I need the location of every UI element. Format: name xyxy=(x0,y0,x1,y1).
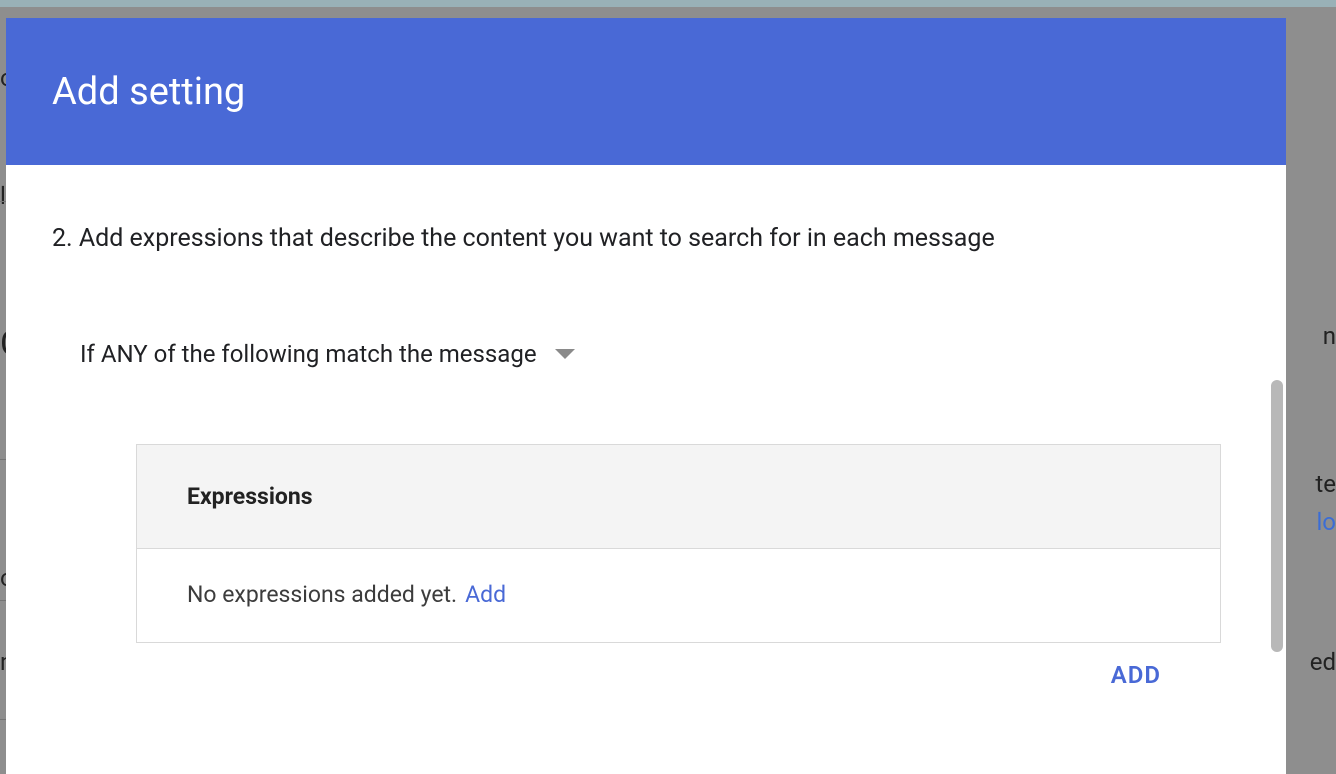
bg-text-fragment: ed xyxy=(1310,648,1336,676)
modal-title: Add setting xyxy=(52,70,245,114)
bg-text-fragment: lo xyxy=(1316,508,1336,536)
bg-text-fragment: te xyxy=(1315,470,1336,498)
add-setting-modal: Add setting 2. Add expressions that desc… xyxy=(6,18,1286,774)
dropdown-selected-label: If ANY of the following match the messag… xyxy=(80,340,537,368)
expressions-panel-header: Expressions xyxy=(137,445,1220,549)
modal-header: Add setting xyxy=(6,18,1286,165)
add-button-row: ADD xyxy=(136,661,1221,689)
expressions-empty-text: No expressions added yet. xyxy=(187,581,457,608)
scrollbar-thumb[interactable] xyxy=(1271,380,1283,652)
bg-text-fragment: n xyxy=(1323,322,1336,350)
step-description: 2. Add expressions that describe the con… xyxy=(52,221,1240,256)
expressions-panel: Expressions No expressions added yet. Ad… xyxy=(136,444,1221,643)
add-expression-link[interactable]: Add xyxy=(465,581,506,608)
expressions-panel-body: No expressions added yet. Add xyxy=(137,549,1220,642)
add-button[interactable]: ADD xyxy=(1111,661,1161,689)
backdrop-top-accent xyxy=(0,0,1336,7)
modal-body: 2. Add expressions that describe the con… xyxy=(6,165,1286,689)
expressions-header-label: Expressions xyxy=(187,483,313,510)
chevron-down-icon xyxy=(555,349,575,359)
match-condition-dropdown[interactable]: If ANY of the following match the messag… xyxy=(80,340,1240,368)
